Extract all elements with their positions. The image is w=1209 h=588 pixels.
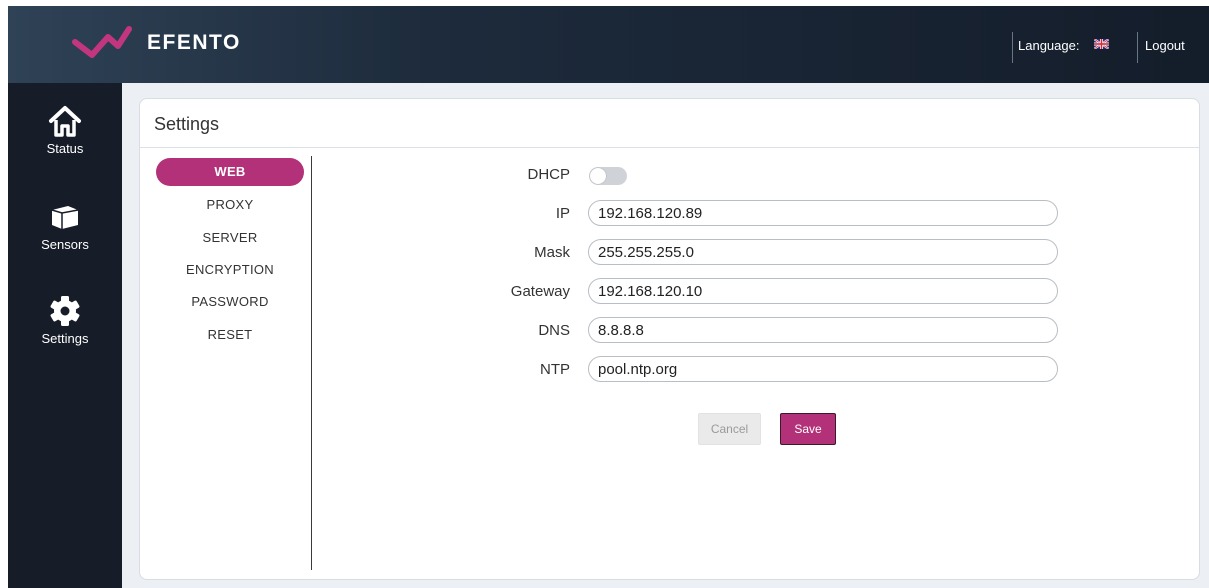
tab-server[interactable]: SERVER (156, 224, 304, 252)
gateway-input[interactable] (588, 278, 1058, 304)
header-separator (1012, 32, 1013, 63)
tabs-divider (311, 156, 312, 570)
sidebar-item-label: Sensors (41, 237, 89, 252)
sidebar-item-label: Settings (41, 331, 89, 346)
header-separator (1137, 32, 1138, 63)
gateway-label: Gateway (510, 283, 570, 300)
sidebar-item-label: Status (46, 141, 84, 156)
dns-input[interactable] (588, 317, 1058, 343)
ip-label: IP (555, 205, 570, 222)
sidebar-item-status[interactable]: Status (8, 105, 122, 175)
settings-panel: Settings WEB PROXY SERVER ENCRYPTION PAS… (139, 98, 1200, 580)
sidebar-item-sensors[interactable]: Sensors (8, 201, 122, 271)
tab-encryption[interactable]: ENCRYPTION (156, 256, 304, 284)
logout-link[interactable]: Logout (1145, 38, 1185, 53)
dhcp-toggle[interactable] (589, 167, 627, 185)
cancel-button[interactable]: Cancel (698, 413, 761, 445)
app-frame: EFENTO Language: Logout Status Sensors S… (8, 6, 1209, 588)
tab-password[interactable]: PASSWORD (156, 288, 304, 316)
tab-reset[interactable]: RESET (156, 321, 304, 349)
sensor-box-icon (51, 206, 79, 229)
ntp-input[interactable] (588, 356, 1058, 382)
brand-name: EFENTO (147, 31, 241, 54)
panel-divider (140, 147, 1199, 148)
page-title: Settings (154, 114, 220, 134)
uk-flag-icon[interactable] (1094, 39, 1109, 49)
efento-logo-icon (72, 26, 132, 58)
save-button[interactable]: Save (780, 413, 836, 445)
home-icon (49, 106, 81, 137)
toggle-knob (590, 168, 606, 184)
tab-web[interactable]: WEB (156, 158, 304, 186)
mask-input[interactable] (588, 239, 1058, 265)
top-header: EFENTO Language: Logout (8, 6, 1209, 83)
gear-icon (50, 296, 80, 326)
ntp-label: NTP (540, 361, 570, 378)
mask-label: Mask (534, 244, 570, 261)
sidebar-item-settings[interactable]: Settings (8, 295, 122, 365)
dhcp-label: DHCP (527, 166, 570, 183)
sidebar: Status Sensors Settings (8, 83, 122, 588)
ip-input[interactable] (588, 200, 1058, 226)
language-label: Language: (1018, 38, 1080, 53)
tab-proxy[interactable]: PROXY (156, 191, 304, 219)
dns-label: DNS (538, 322, 570, 339)
